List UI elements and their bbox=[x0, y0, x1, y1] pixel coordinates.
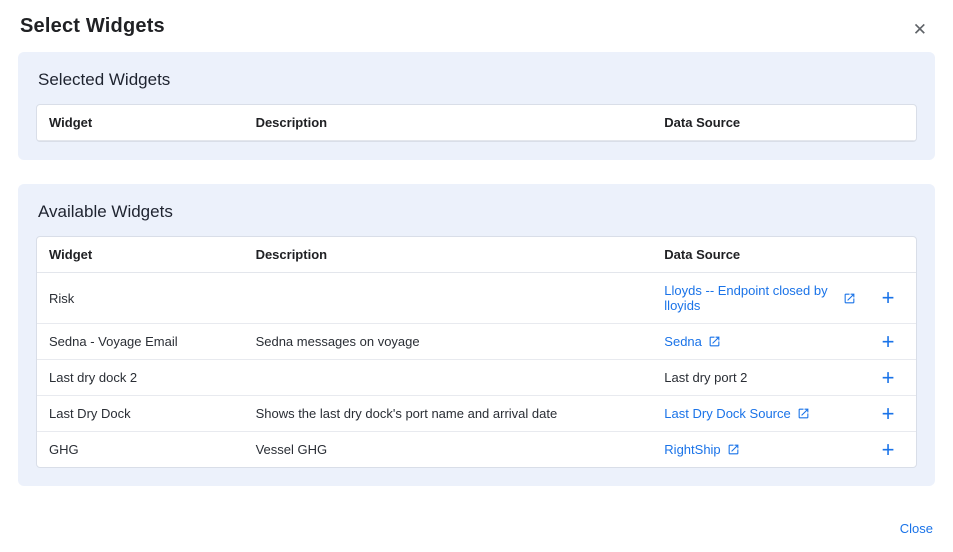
table-header-row: Widget Description Data Source bbox=[37, 237, 916, 273]
data-source-cell: Lloyds -- Endpoint closed by lloyids bbox=[652, 273, 868, 324]
widget-cell: Sedna - Voyage Email bbox=[37, 324, 244, 360]
add-widget-button[interactable]: + bbox=[868, 324, 916, 360]
description-cell: Sedna messages on voyage bbox=[244, 324, 653, 360]
available-widgets-panel: Available Widgets Widget Description Dat… bbox=[18, 184, 935, 486]
external-link-icon bbox=[727, 443, 740, 456]
column-header-widget: Widget bbox=[37, 237, 244, 273]
selected-widgets-table: Widget Description Data Source bbox=[36, 104, 917, 142]
widget-cell: Risk bbox=[37, 273, 244, 324]
add-widget-button[interactable]: + bbox=[868, 360, 916, 396]
page-title: Select Widgets bbox=[20, 15, 165, 38]
data-source-link[interactable]: Sedna bbox=[664, 334, 702, 349]
column-header-data-source: Data Source bbox=[652, 237, 868, 273]
description-cell: Shows the last dry dock's port name and … bbox=[244, 396, 653, 432]
table-row: Last dry dock 2 Last dry port 2 + bbox=[37, 360, 916, 396]
widget-cell: Last dry dock 2 bbox=[37, 360, 244, 396]
add-widget-button[interactable]: + bbox=[868, 396, 916, 432]
add-widget-button[interactable]: + bbox=[868, 273, 916, 324]
selected-widgets-panel: Selected Widgets Widget Description Data… bbox=[18, 52, 935, 160]
column-header-widget: Widget bbox=[37, 105, 244, 141]
available-widgets-heading: Available Widgets bbox=[38, 202, 917, 222]
column-header-description: Description bbox=[244, 237, 653, 273]
table-row: GHGVessel GHG RightShip + bbox=[37, 432, 916, 468]
add-widget-button[interactable]: + bbox=[868, 432, 916, 468]
data-source-text: Last dry port 2 bbox=[664, 370, 747, 385]
description-cell bbox=[244, 273, 653, 324]
data-source-link[interactable]: Last Dry Dock Source bbox=[664, 406, 790, 421]
external-link-icon bbox=[797, 407, 810, 420]
selected-widgets-heading: Selected Widgets bbox=[38, 70, 917, 90]
column-header-data-source: Data Source bbox=[652, 105, 916, 141]
modal-header: Select Widgets ✕ bbox=[0, 0, 953, 52]
data-source-cell: Last Dry Dock Source bbox=[652, 396, 868, 432]
description-cell: Vessel GHG bbox=[244, 432, 653, 468]
modal-footer: Close bbox=[900, 520, 933, 538]
external-link-icon bbox=[843, 292, 856, 305]
table-row: Sedna - Voyage EmailSedna messages on vo… bbox=[37, 324, 916, 360]
column-header-add bbox=[868, 237, 916, 273]
column-header-description: Description bbox=[244, 105, 653, 141]
widget-cell: Last Dry Dock bbox=[37, 396, 244, 432]
external-link-icon bbox=[708, 335, 721, 348]
close-button[interactable]: Close bbox=[900, 521, 933, 536]
widget-cell: GHG bbox=[37, 432, 244, 468]
data-source-link[interactable]: Lloyds -- Endpoint closed by lloyids bbox=[664, 283, 831, 313]
table-row: Last Dry DockShows the last dry dock's p… bbox=[37, 396, 916, 432]
table-row: Risk Lloyds -- Endpoint closed by lloyids… bbox=[37, 273, 916, 324]
available-widgets-table: Widget Description Data Source Risk Lloyd… bbox=[36, 236, 917, 468]
data-source-cell: Sedna bbox=[652, 324, 868, 360]
close-icon[interactable]: ✕ bbox=[907, 17, 933, 42]
description-cell bbox=[244, 360, 653, 396]
data-source-cell: Last dry port 2 bbox=[652, 360, 868, 396]
table-header-row: Widget Description Data Source bbox=[37, 105, 916, 141]
data-source-cell: RightShip bbox=[652, 432, 868, 468]
data-source-link[interactable]: RightShip bbox=[664, 442, 720, 457]
